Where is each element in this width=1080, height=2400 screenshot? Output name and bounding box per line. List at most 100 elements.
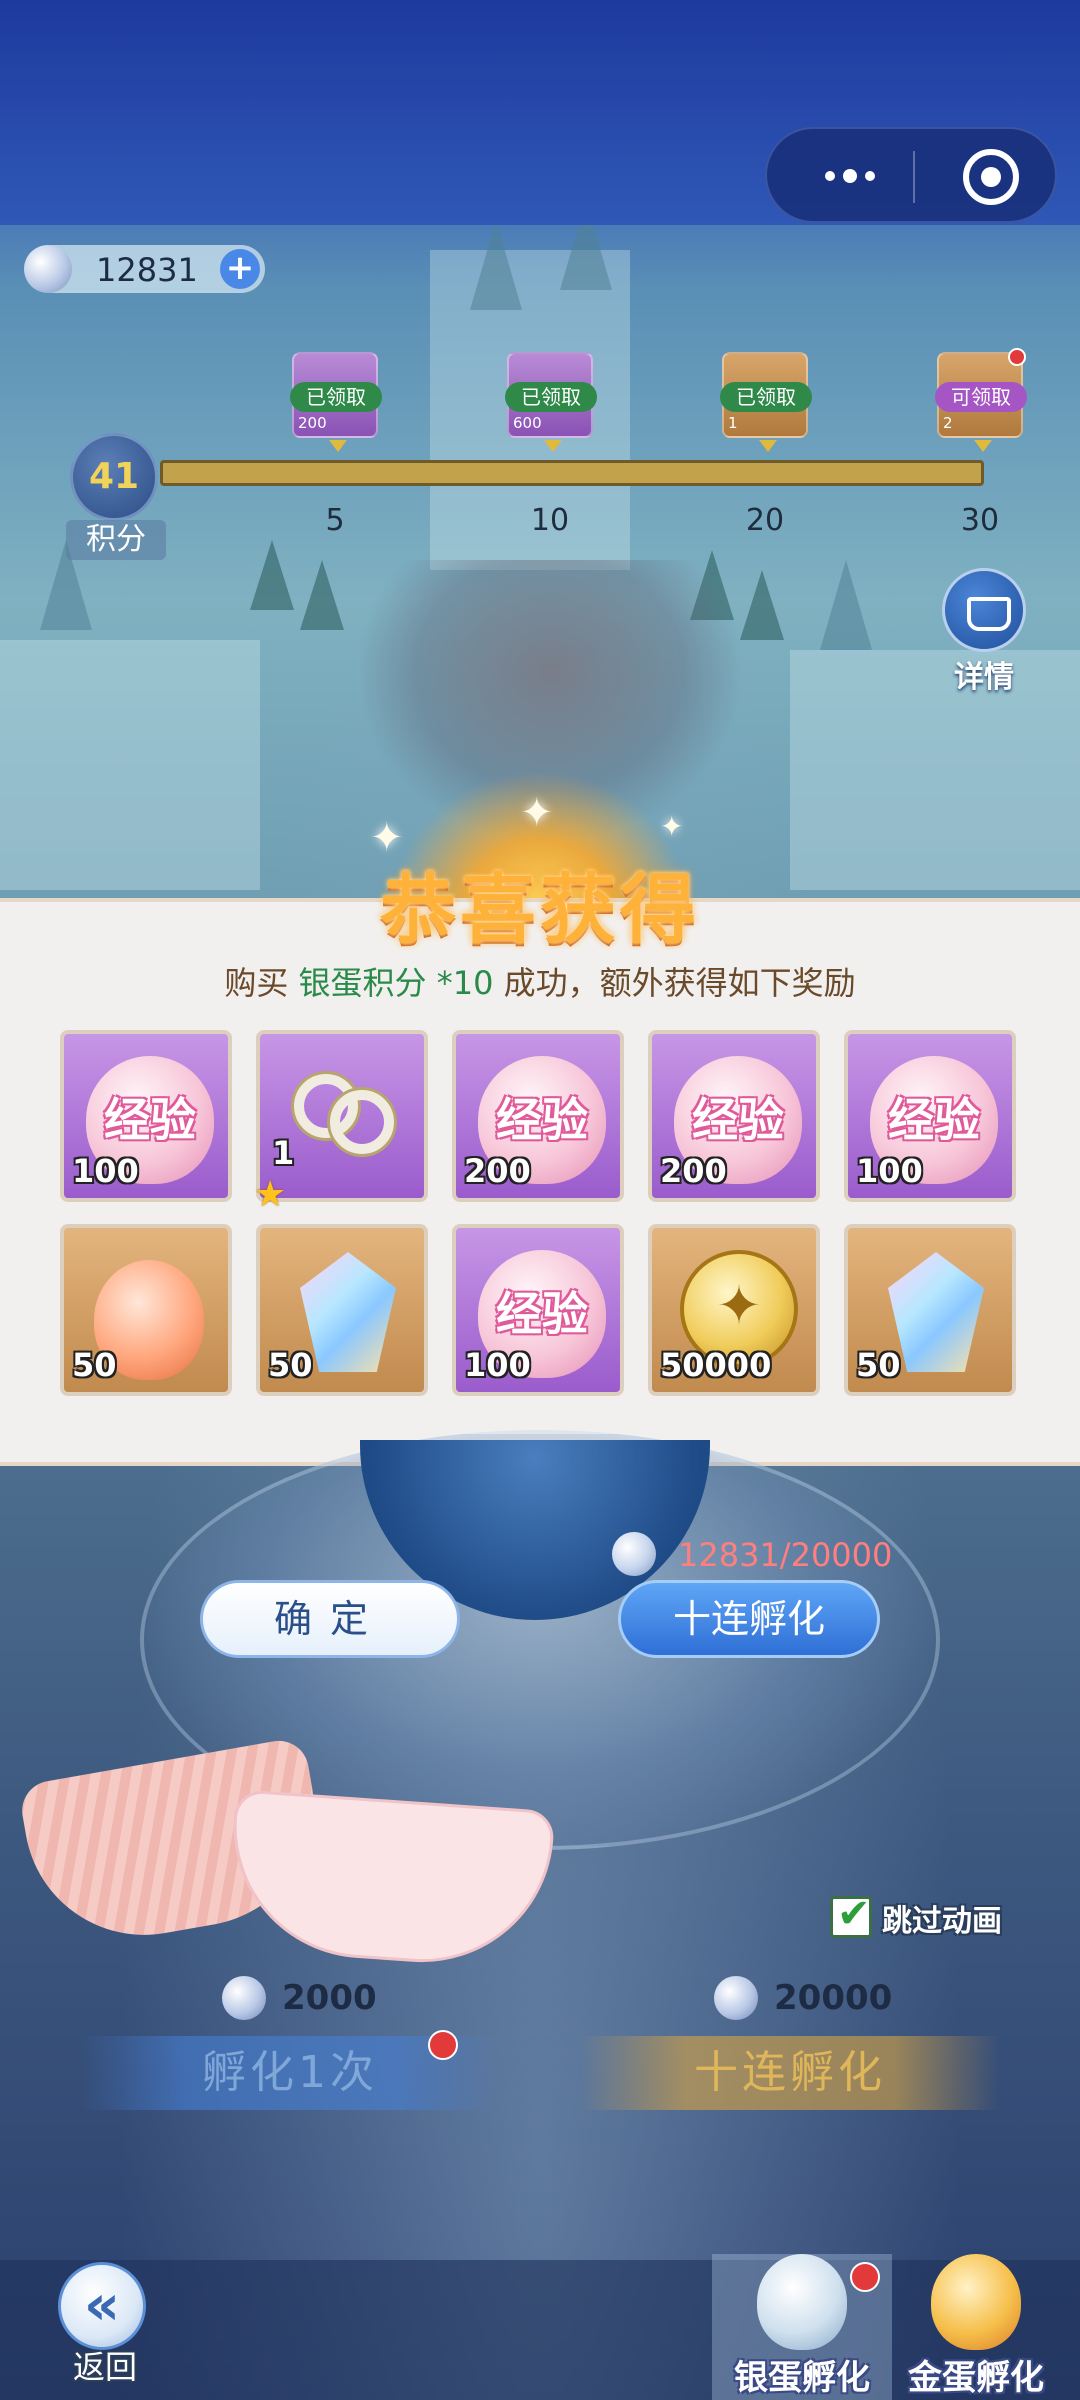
sparkle-icon: ✦ xyxy=(660,810,684,843)
currency-display: 12831 + xyxy=(24,245,265,293)
milestone-reward-20[interactable]: 已领取 1 xyxy=(720,352,812,452)
add-currency-button[interactable]: + xyxy=(220,249,260,289)
reward-qty: 600 xyxy=(513,414,542,432)
pointer-icon xyxy=(544,440,562,452)
left-building xyxy=(0,640,260,890)
reward-qty: 2 xyxy=(943,414,953,432)
reward-item[interactable]: 1 ★ xyxy=(254,1030,428,1215)
tab-gold-egg-hatch[interactable]: 金蛋孵化 xyxy=(886,2254,1066,2400)
notification-dot xyxy=(428,2030,458,2060)
milestone-reward-5[interactable]: 已领取 200 xyxy=(290,352,382,452)
reward-qty: 1 xyxy=(728,414,738,432)
claimed-tag: 已领取 xyxy=(720,382,812,412)
milestone-label: 30 xyxy=(960,503,1000,538)
more-icon[interactable] xyxy=(815,156,885,196)
progress-bar xyxy=(160,460,984,486)
decorative-item xyxy=(17,1736,556,1990)
reward-item[interactable]: 经验 100 xyxy=(60,1030,232,1202)
book-icon xyxy=(942,568,1026,652)
back-button[interactable]: 返回 xyxy=(40,2262,160,2386)
ten-hatch-cost-bottom: 20000 xyxy=(714,1974,934,2022)
silver-orb-icon xyxy=(714,1976,758,2020)
castle-tower xyxy=(470,220,522,310)
reward-item[interactable]: 经验 200 xyxy=(648,1030,820,1202)
item-amount: 200 xyxy=(464,1152,531,1190)
popup-message: 购买 银蛋积分 *10 成功，额外获得如下奖励 xyxy=(0,958,1080,1004)
claimed-tag: 已领取 xyxy=(505,382,597,412)
notification-dot xyxy=(1008,348,1026,366)
pointer-icon xyxy=(329,440,347,452)
exp-label: 经验 xyxy=(888,1093,980,1147)
popup-title: 恭喜获得 xyxy=(380,865,700,954)
item-amount: 100 xyxy=(856,1152,923,1190)
notification-dot xyxy=(850,2262,880,2292)
silver-orb-icon xyxy=(24,245,72,293)
silver-orb-icon xyxy=(612,1532,656,1576)
gold-egg-icon xyxy=(931,2254,1021,2350)
tree xyxy=(740,570,784,640)
castle-tower xyxy=(820,560,872,650)
message-highlight: 银蛋积分 *10 xyxy=(298,964,494,1002)
cost-value: 2000 xyxy=(282,1978,377,2018)
currency-value: 12831 xyxy=(96,251,198,289)
item-amount: 50 xyxy=(72,1346,117,1384)
cost-value: 20000 xyxy=(774,1978,893,2018)
reward-item[interactable]: 50 xyxy=(60,1224,232,1396)
ten-hatch-cost: 12831/20000 xyxy=(612,1530,912,1580)
milestone-label: 10 xyxy=(530,503,570,538)
reward-item[interactable]: 经验 100 xyxy=(452,1224,624,1396)
sparkle-icon: ✦ xyxy=(520,790,554,836)
exp-label: 经验 xyxy=(496,1093,588,1147)
item-amount: 1 xyxy=(272,1134,295,1172)
back-label: 返回 xyxy=(72,2348,137,2386)
milestone-reward-30[interactable]: 可领取 2 xyxy=(935,352,1027,452)
exp-label: 经验 xyxy=(692,1093,784,1147)
silver-egg-icon xyxy=(757,2254,847,2350)
reward-item[interactable]: 50 xyxy=(256,1224,428,1396)
details-button[interactable]: 详情 xyxy=(936,568,1032,695)
item-amount: 100 xyxy=(464,1346,531,1384)
miniprogram-capsule xyxy=(765,127,1057,223)
pink-item xyxy=(224,1789,556,1971)
hatch-ten-button[interactable]: 十连孵化 xyxy=(580,2036,1000,2110)
reward-item[interactable]: 经验 200 xyxy=(452,1030,624,1202)
capsule-divider xyxy=(913,151,915,203)
ten-hatch-button[interactable]: 十连孵化 xyxy=(618,1580,880,1658)
crystal-icon xyxy=(888,1252,984,1372)
item-amount: 50 xyxy=(268,1346,313,1384)
reward-qty: 200 xyxy=(298,414,327,432)
crystal-icon xyxy=(300,1252,396,1372)
milestone-reward-10[interactable]: 已领取 600 xyxy=(505,352,597,452)
ten-cost-text: 12831/20000 xyxy=(678,1536,893,1574)
ring-icon xyxy=(294,1064,394,1164)
tab-label: 银蛋孵化 xyxy=(734,2358,870,2398)
item-amount: 200 xyxy=(660,1152,727,1190)
pointer-icon xyxy=(974,440,992,452)
exp-label: 经验 xyxy=(104,1093,196,1147)
score-label: 积分 xyxy=(66,520,166,560)
claimable-tag: 可领取 xyxy=(935,382,1027,412)
item-amount: 50000 xyxy=(660,1346,772,1384)
score-value: 41 xyxy=(70,433,158,521)
single-hatch-cost: 2000 xyxy=(222,1974,422,2022)
tree xyxy=(250,540,294,610)
details-label: 详情 xyxy=(954,660,1014,695)
pointer-icon xyxy=(759,440,777,452)
exp-label: 经验 xyxy=(496,1287,588,1341)
claimed-tag: 已领取 xyxy=(290,382,382,412)
tab-label: 金蛋孵化 xyxy=(908,2358,1044,2398)
skip-animation-toggle[interactable]: 跳过动画 xyxy=(830,1891,1050,1940)
milestone-label: 20 xyxy=(745,503,785,538)
reward-item[interactable]: 经验 100 xyxy=(844,1030,1016,1202)
milestone-label: 5 xyxy=(325,503,345,538)
star-icon: ★ xyxy=(254,1174,287,1215)
reward-item[interactable]: 50000 xyxy=(648,1224,820,1396)
skip-animation-label: 跳过动画 xyxy=(882,1904,1002,1939)
reward-item[interactable]: 50 xyxy=(844,1224,1016,1396)
item-amount: 100 xyxy=(72,1152,139,1190)
checkbox-icon[interactable] xyxy=(830,1891,872,1938)
confirm-button[interactable]: 确定 xyxy=(200,1580,460,1658)
close-miniprogram-icon[interactable] xyxy=(963,149,1019,205)
tree xyxy=(300,560,344,630)
silver-orb-icon xyxy=(222,1976,266,2020)
